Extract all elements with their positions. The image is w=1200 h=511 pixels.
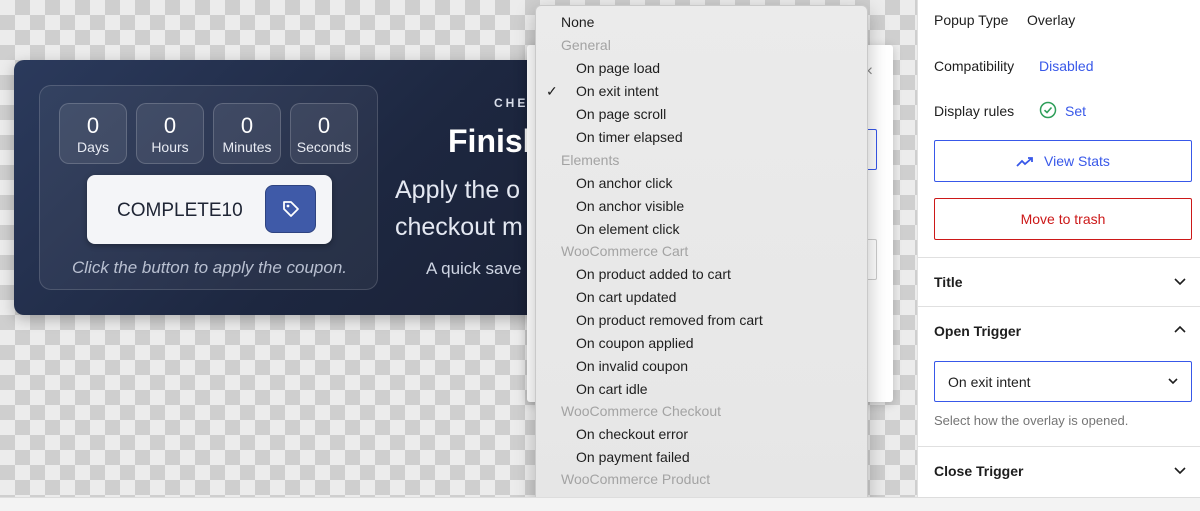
dropdown-group-woocommerce-cart: WooCommerce Cart (561, 243, 689, 259)
chevron-down-icon (1174, 278, 1186, 286)
dropdown-option[interactable]: On invalid coupon (536, 355, 867, 378)
dropdown-option[interactable]: On product removed from cart (536, 309, 867, 332)
panel-open-trigger-label: Open Trigger (934, 323, 1022, 339)
panel-title[interactable]: Title (918, 257, 1200, 307)
trigger-dropdown-list[interactable]: None General On page load ✓ On exit inte… (535, 5, 868, 511)
dropdown-option[interactable]: On anchor click (536, 172, 867, 195)
dropdown-option-label: On exit intent (576, 83, 659, 99)
panel-title-label: Title (934, 274, 963, 290)
chevron-up-icon (1174, 325, 1186, 333)
open-trigger-select[interactable]: On exit intent (934, 361, 1192, 402)
bottom-status-bar (0, 497, 1200, 511)
dropdown-option[interactable]: On anchor visible (536, 195, 867, 218)
chevron-down-icon (1174, 467, 1186, 475)
popup-body-line-1: Apply the o (395, 176, 521, 204)
dropdown-option-selected[interactable]: ✓ On exit intent (536, 80, 867, 103)
view-stats-button[interactable]: View Stats (934, 140, 1192, 182)
tag-icon (283, 201, 299, 217)
timer-seconds-label: Seconds (296, 139, 352, 155)
coupon-code-text: COMPLETE10 (117, 200, 243, 221)
open-trigger-select-value: On exit intent (948, 374, 1031, 390)
dropdown-option[interactable]: On product added to cart (536, 263, 867, 286)
panel-open-trigger[interactable]: Open Trigger (918, 306, 1200, 356)
dropdown-group-woocommerce-checkout: WooCommerce Checkout (561, 403, 722, 419)
dropdown-option[interactable]: On element click (536, 218, 867, 241)
settings-sidebar: Popup Type Overlay Compatibility Disable… (917, 0, 1200, 497)
popup-type-label: Popup Type (934, 12, 1009, 28)
timer-days-label: Days (77, 139, 109, 155)
coupon-block: 0 Days 0 Hours 0 Minutes 0 Seconds COMPL… (39, 85, 378, 290)
dropdown-option[interactable]: On page load (536, 57, 867, 80)
apply-coupon-button[interactable] (265, 185, 316, 233)
display-rules-row: Display rules Set (934, 101, 1086, 119)
compatibility-label: Compatibility (934, 58, 1015, 74)
trending-up-icon (1016, 157, 1034, 167)
popup-note: A quick save (426, 259, 522, 278)
timer-seconds: 0 Seconds (290, 103, 358, 164)
open-trigger-help: Select how the overlay is opened. (934, 413, 1129, 428)
compatibility-toggle[interactable]: Disabled (1039, 58, 1093, 74)
check-circle-icon (1039, 101, 1057, 122)
timer-days: 0 Days (59, 103, 127, 164)
popup-type-row: Popup Type Overlay (934, 12, 1075, 28)
dropdown-option[interactable]: On cart updated (536, 286, 867, 309)
move-to-trash-button[interactable]: Move to trash (934, 198, 1192, 240)
timer-days-value: 0 (86, 113, 100, 138)
popup-body: Apply the o checkout m (395, 172, 523, 246)
timer-seconds-value: 0 (317, 113, 331, 138)
view-stats-label: View Stats (1044, 153, 1110, 169)
display-rules-label: Display rules (934, 103, 1015, 119)
panel-close-trigger-label: Close Trigger (934, 463, 1024, 479)
panel-close-trigger[interactable]: Close Trigger (918, 446, 1200, 496)
timer-hours-label: Hours (151, 139, 189, 155)
timer-minutes-label: Minutes (222, 139, 272, 155)
dropdown-option[interactable]: On payment failed (536, 446, 867, 469)
dropdown-option[interactable]: On coupon applied (536, 332, 867, 355)
dropdown-group-elements: Elements (561, 152, 620, 168)
timer-minutes-value: 0 (240, 113, 254, 138)
compatibility-row: Compatibility Disabled (934, 58, 1093, 74)
dropdown-option[interactable]: On timer elapsed (536, 126, 867, 149)
dropdown-option-none[interactable]: None (536, 11, 867, 34)
coupon-hint: Click the button to apply the coupon. (71, 258, 347, 277)
timer-minutes: 0 Minutes (213, 103, 281, 164)
dropdown-option[interactable]: On page scroll (536, 103, 867, 126)
popup-body-line-2: checkout m (395, 213, 523, 241)
timer-hours: 0 Hours (136, 103, 204, 164)
checkmark-icon: ✓ (546, 83, 558, 99)
dropdown-group-general: General (561, 37, 611, 53)
coupon-code-box: COMPLETE10 (87, 175, 332, 244)
popup-eyebrow: CHE (494, 96, 529, 110)
timer-hours-value: 0 (163, 113, 177, 138)
dropdown-option[interactable]: On cart idle (536, 378, 867, 401)
chevron-down-icon (1168, 378, 1178, 385)
display-rules-link[interactable]: Set (1065, 103, 1086, 119)
popup-type-value[interactable]: Overlay (1027, 12, 1075, 28)
dropdown-group-woocommerce-product: WooCommerce Product (561, 471, 711, 487)
popup-preview[interactable]: 0 Days 0 Hours 0 Minutes 0 Seconds COMPL… (14, 60, 574, 315)
dropdown-option[interactable]: On checkout error (536, 423, 867, 446)
